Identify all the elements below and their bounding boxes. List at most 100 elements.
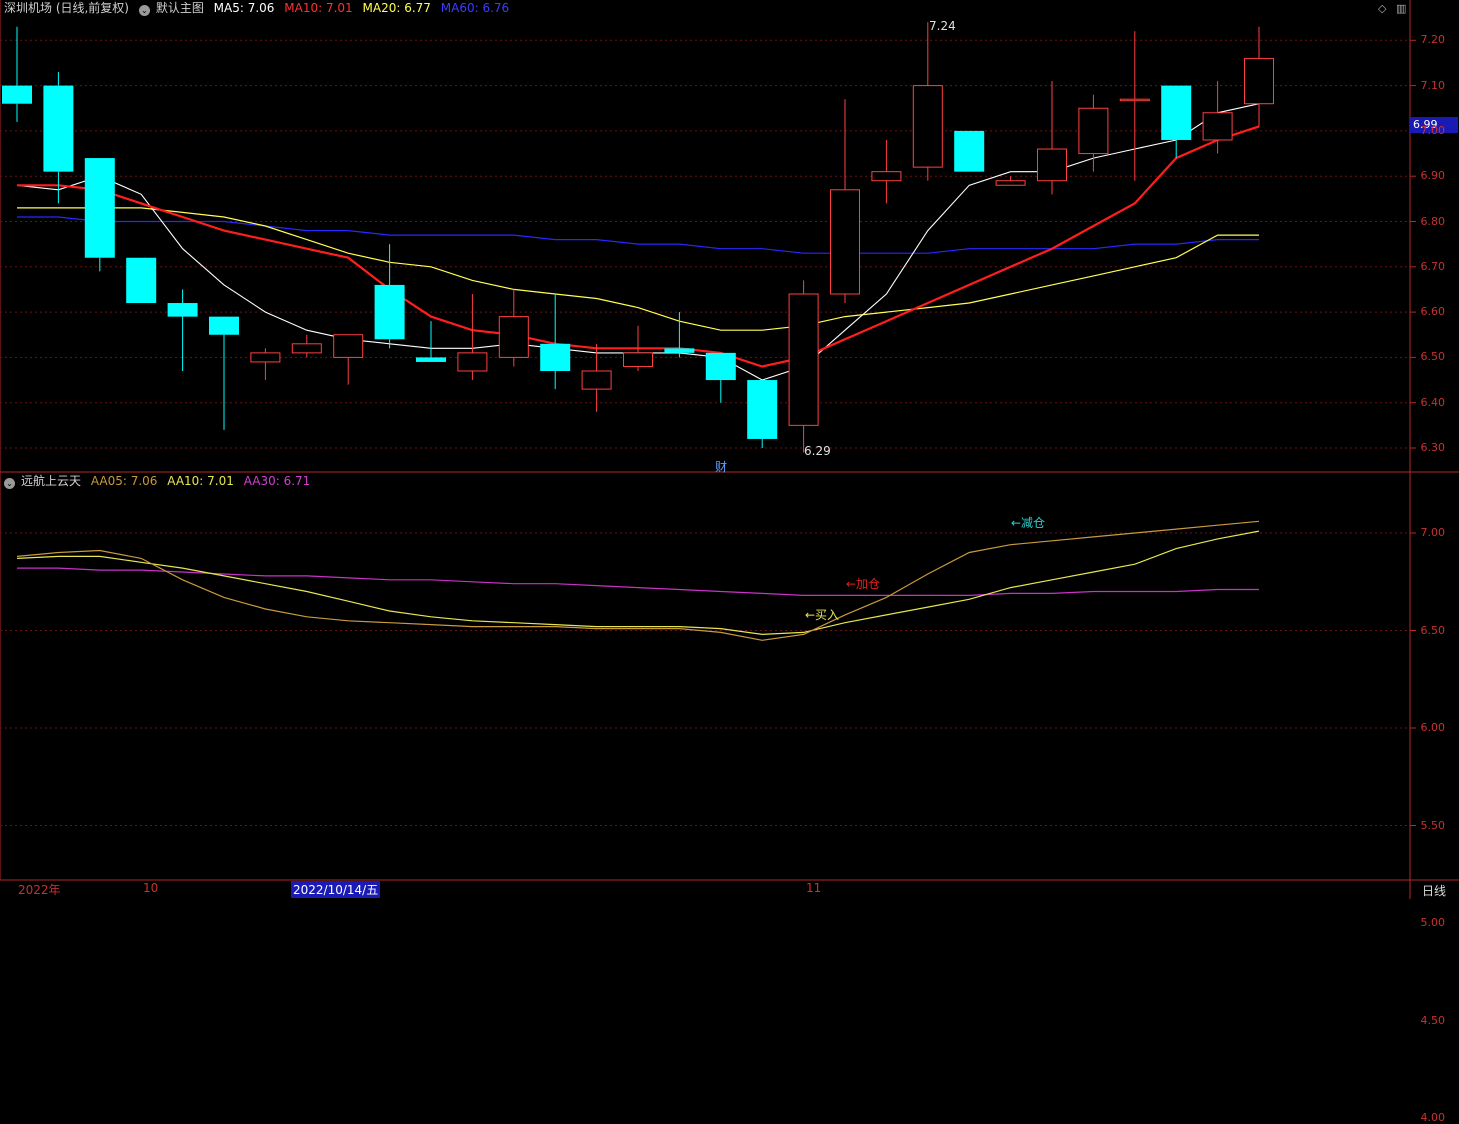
candle-body — [126, 257, 157, 304]
x-label-year: 2022年 — [18, 883, 61, 897]
aa05-value: AA05: 7.06 — [90, 474, 158, 488]
x-label-selected-date: 2022/10/14/五 — [291, 881, 381, 898]
candle-body — [1161, 85, 1192, 140]
candle — [250, 348, 281, 381]
period-button[interactable]: 日线 — [1422, 882, 1446, 899]
candle — [581, 343, 612, 412]
indicator-name[interactable]: 远航上云天 — [21, 474, 81, 488]
candle-body — [498, 316, 529, 358]
candle-body — [830, 189, 860, 295]
candle — [291, 334, 322, 358]
candle — [995, 176, 1026, 186]
add-position-signal: ←加仓 — [846, 577, 881, 591]
candle-body — [209, 316, 239, 335]
candle-body — [1119, 98, 1150, 102]
y-tick-label: 6.70 — [1420, 259, 1446, 273]
chevron-down-icon[interactable]: ⌄ — [4, 478, 15, 489]
aa30-value: AA30: 6.71 — [243, 474, 311, 488]
candle-body — [416, 357, 446, 362]
candle — [705, 352, 736, 403]
stock-chart[interactable] — [0, 0, 1459, 899]
candle-body — [2, 85, 32, 104]
candle-body — [581, 370, 612, 390]
main-chart-header: 深圳机场 (日线,前复权) ⌄ 默认主图 MA5: 7.06 MA10: 7.01… — [4, 0, 515, 16]
candle — [830, 99, 860, 304]
candle-body — [954, 130, 985, 172]
ma60-value: MA60: 6.76 — [440, 1, 510, 15]
y-tick-label: 6.90 — [1420, 169, 1446, 183]
candle — [43, 72, 74, 204]
low-price-marker: 6.29 — [804, 444, 831, 458]
candle-body — [1037, 148, 1067, 182]
candle-body — [250, 352, 281, 363]
candle — [1037, 81, 1067, 195]
high-price-marker: 7.24 — [929, 19, 956, 33]
chevron-down-icon[interactable]: ⌄ — [138, 5, 150, 16]
candle — [126, 257, 157, 304]
candle — [871, 139, 902, 204]
candle — [1202, 81, 1233, 154]
candle-body — [1202, 112, 1233, 141]
sub-chart-header: ⌄ 远航上云天 AA05: 7.06 AA10: 7.01 AA30: 6.71 — [4, 473, 316, 489]
candle-body — [333, 334, 364, 358]
y-tick-label: 6.80 — [1420, 214, 1446, 228]
window-toggle-icon[interactable]: ▥ — [1396, 2, 1406, 15]
candle — [167, 289, 198, 371]
candle — [664, 312, 695, 358]
y-tick-label: 7.00 — [1420, 123, 1446, 137]
y-tick-label: 6.60 — [1420, 305, 1446, 319]
financial-report-marker[interactable]: 财 — [715, 458, 727, 475]
candle — [1244, 26, 1274, 127]
candle — [2, 26, 32, 122]
buy-signal: ←买入 — [805, 608, 840, 622]
candle-body — [912, 85, 943, 168]
candle — [333, 334, 364, 385]
y-tick-label: 6.00 — [1420, 721, 1446, 734]
candle-body — [540, 343, 571, 371]
candle-body — [871, 171, 902, 182]
ma10-value: MA10: 7.01 — [284, 1, 353, 15]
x-label-nov: 11 — [806, 881, 822, 895]
candle-body — [1078, 107, 1109, 155]
candle — [1078, 94, 1109, 172]
stock-title[interactable]: 深圳机场 (日线,前复权) — [4, 1, 129, 15]
ma20-value: MA20: 6.77 — [362, 1, 431, 15]
y-tick-label: 7.20 — [1420, 33, 1446, 47]
aa10-line — [16, 530, 1260, 636]
candle — [954, 130, 985, 172]
y-tick-label: 6.50 — [1420, 350, 1446, 364]
candle-body — [457, 352, 488, 372]
x-label-oct: 10 — [143, 881, 159, 895]
ma60-line — [17, 216, 1259, 254]
y-tick-label: 7.00 — [1420, 526, 1446, 539]
candle-body — [1244, 57, 1274, 105]
candle-body — [788, 293, 819, 426]
y-tick-label: 7.10 — [1420, 78, 1446, 92]
candle — [209, 316, 239, 430]
candle-body — [623, 352, 653, 367]
ma5-value: MA5: 7.06 — [213, 1, 275, 15]
y-tick-label: 6.40 — [1420, 395, 1446, 409]
candle — [416, 321, 446, 362]
candle — [498, 289, 529, 367]
template-label[interactable]: 默认主图 — [156, 1, 204, 15]
candle-body — [664, 348, 695, 353]
candle-body — [374, 284, 405, 340]
candle — [457, 293, 488, 381]
y-tick-label: 5.50 — [1420, 818, 1446, 832]
candle-body — [167, 303, 198, 317]
candle-body — [747, 380, 778, 439]
candle — [747, 380, 778, 448]
y-tick-label: 6.50 — [1420, 623, 1446, 637]
candle-body — [43, 85, 74, 172]
y-tick-label: 6.30 — [1420, 441, 1446, 454]
diamond-icon[interactable]: ◇ — [1378, 2, 1386, 15]
candle-body — [291, 343, 322, 354]
candle-body — [84, 158, 115, 258]
candle-body — [995, 180, 1026, 186]
candle — [84, 158, 115, 272]
y-tick-label: 5.00 — [1420, 916, 1446, 929]
candle-body — [705, 352, 736, 381]
ma20-line — [17, 207, 1259, 331]
candle — [1119, 31, 1150, 181]
